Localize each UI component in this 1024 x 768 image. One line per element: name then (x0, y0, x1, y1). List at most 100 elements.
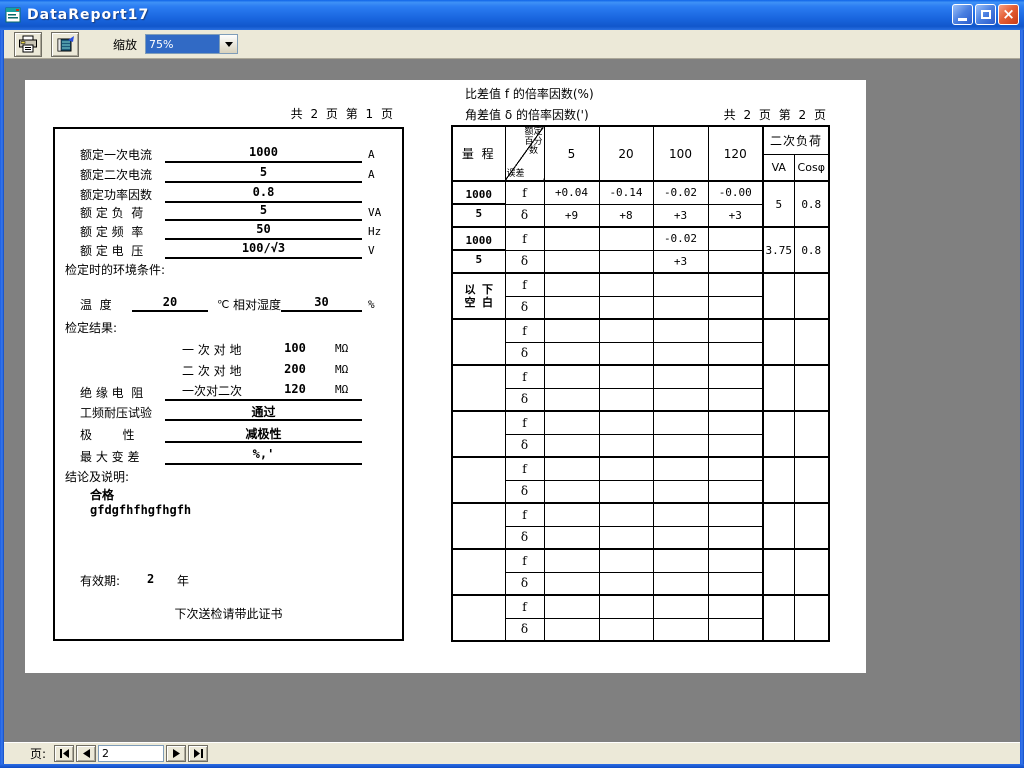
delta-value-cell (708, 296, 763, 319)
delta-value-cell (708, 618, 763, 641)
cos-cell: 0.8 (794, 181, 829, 227)
next-page-button[interactable] (166, 745, 186, 762)
va-cell (763, 595, 794, 641)
load-header: 二次负荷 (763, 126, 829, 154)
table-group-f-row: f (452, 549, 829, 572)
last-page-button[interactable] (188, 745, 208, 762)
va-cell (763, 457, 794, 503)
diag-bottom-label: 误差 (507, 166, 525, 179)
page2-indicator: 共 2 页 第 2 页 (638, 106, 828, 123)
field-value: 5 (165, 165, 362, 183)
page2-title-line2: 角差值 δ 的倍率因数(') (465, 106, 589, 123)
f-label-cell: f (505, 595, 544, 618)
field-label: 额 定 电 压 (80, 242, 143, 259)
next-page-icon (172, 749, 181, 758)
table-group-f-row: 10005f+0.04-0.14-0.02-0.0050.8 (452, 181, 829, 204)
print-button[interactable] (14, 32, 42, 57)
first-page-icon (59, 749, 70, 758)
fraction-line (453, 249, 505, 251)
zoom-label: 缩放 (113, 36, 137, 53)
field-label: 额 定 负 荷 (80, 204, 143, 221)
f-value-cell (599, 411, 653, 434)
conclusion-note: gfdgfhfhgfhgfh (90, 503, 191, 517)
temperature-label: 温 度 (80, 296, 112, 313)
rated-field-row: 额 定 频 率 50 Hz (55, 222, 402, 239)
f-label-cell: f (505, 411, 544, 434)
table-group-f-row: f (452, 365, 829, 388)
first-page-button[interactable] (54, 745, 74, 762)
fraction-line (453, 203, 505, 205)
field-unit: V (368, 244, 375, 257)
field-value: 50 (165, 222, 362, 240)
delta-value-cell: +8 (599, 204, 653, 227)
maximize-icon (981, 10, 991, 19)
page-number-input[interactable] (98, 745, 164, 762)
delta-value-cell (708, 526, 763, 549)
table-group-f-row: f (452, 595, 829, 618)
delta-value-cell (708, 388, 763, 411)
delta-label-cell: δ (505, 526, 544, 549)
delta-label-cell: δ (505, 618, 544, 641)
field-value: 100/√3 (165, 241, 362, 259)
zoom-combobox[interactable]: 75% (145, 34, 238, 54)
table-group-f-row: 10005f-0.023.750.8 (452, 227, 829, 250)
range-cell: 10005 (452, 181, 505, 227)
rated-field-row: 额 定 负 荷 5 VA (55, 203, 402, 220)
field-label: 额定功率因数 (80, 186, 152, 203)
f-value-cell (599, 503, 653, 526)
cos-cell: 0.8 (794, 227, 829, 273)
variation-value: %,' (165, 447, 362, 465)
page1-form-box: 额定一次电流 1000 A 额定二次电流 5 A 额定功率因数 0.8 额 定 … (53, 127, 404, 641)
f-value-cell (653, 503, 708, 526)
window-border-left (0, 30, 4, 764)
delta-value-cell (599, 296, 653, 319)
insulation-underline (165, 381, 362, 401)
insulation-row-label: 一 次 对 地 (182, 341, 241, 358)
window-border-right (1020, 30, 1024, 764)
f-value-cell (599, 457, 653, 480)
delta-value-cell (708, 342, 763, 365)
insulation-row-unit: MΩ (335, 342, 348, 355)
f-value-cell (653, 549, 708, 572)
diag-top-label: 额定 百分 数 (524, 128, 542, 157)
validity-row: 有效期: 2 年 (55, 572, 402, 589)
f-label-cell: f (505, 227, 544, 250)
delta-value-cell (653, 434, 708, 457)
insulation-row-label: 二 次 对 地 (182, 362, 241, 379)
export-icon (54, 35, 76, 53)
f-value-cell (708, 365, 763, 388)
delta-value-cell (653, 296, 708, 319)
rated-field-row: 额定功率因数 0.8 (55, 185, 402, 202)
f-value-cell (708, 273, 763, 296)
minimize-button[interactable] (952, 4, 973, 25)
variation-label: 最 大 变 差 (80, 448, 139, 465)
f-value-cell (708, 319, 763, 342)
delta-value-cell (544, 526, 599, 549)
f-value-cell (708, 503, 763, 526)
zoom-dropdown-button[interactable] (219, 35, 237, 53)
withstand-value: 通过 (165, 403, 362, 421)
insulation-row-unit: MΩ (335, 363, 348, 376)
delta-value-cell: +3 (708, 204, 763, 227)
percent-header: 20 (599, 126, 653, 181)
minimize-icon (958, 18, 967, 21)
delta-value-cell (653, 342, 708, 365)
close-button[interactable]: × (998, 4, 1019, 25)
range-cell: 以 下空 白 (452, 273, 505, 319)
validity-unit: 年 (177, 572, 189, 589)
export-button[interactable] (51, 32, 79, 57)
delta-value-cell: +3 (653, 204, 708, 227)
humidity-unit: % (368, 298, 375, 311)
va-cell (763, 411, 794, 457)
va-cell: 3.75 (763, 227, 794, 273)
maximize-button[interactable] (975, 4, 996, 25)
table-group-f-row: f (452, 319, 829, 342)
delta-value-cell (599, 434, 653, 457)
delta-value-cell (599, 342, 653, 365)
va-cell (763, 319, 794, 365)
prev-page-button[interactable] (76, 745, 96, 762)
range-cell: 10005 (452, 227, 505, 273)
f-value-cell (544, 319, 599, 342)
delta-value-cell (653, 388, 708, 411)
validity-value: 2 (147, 572, 154, 586)
